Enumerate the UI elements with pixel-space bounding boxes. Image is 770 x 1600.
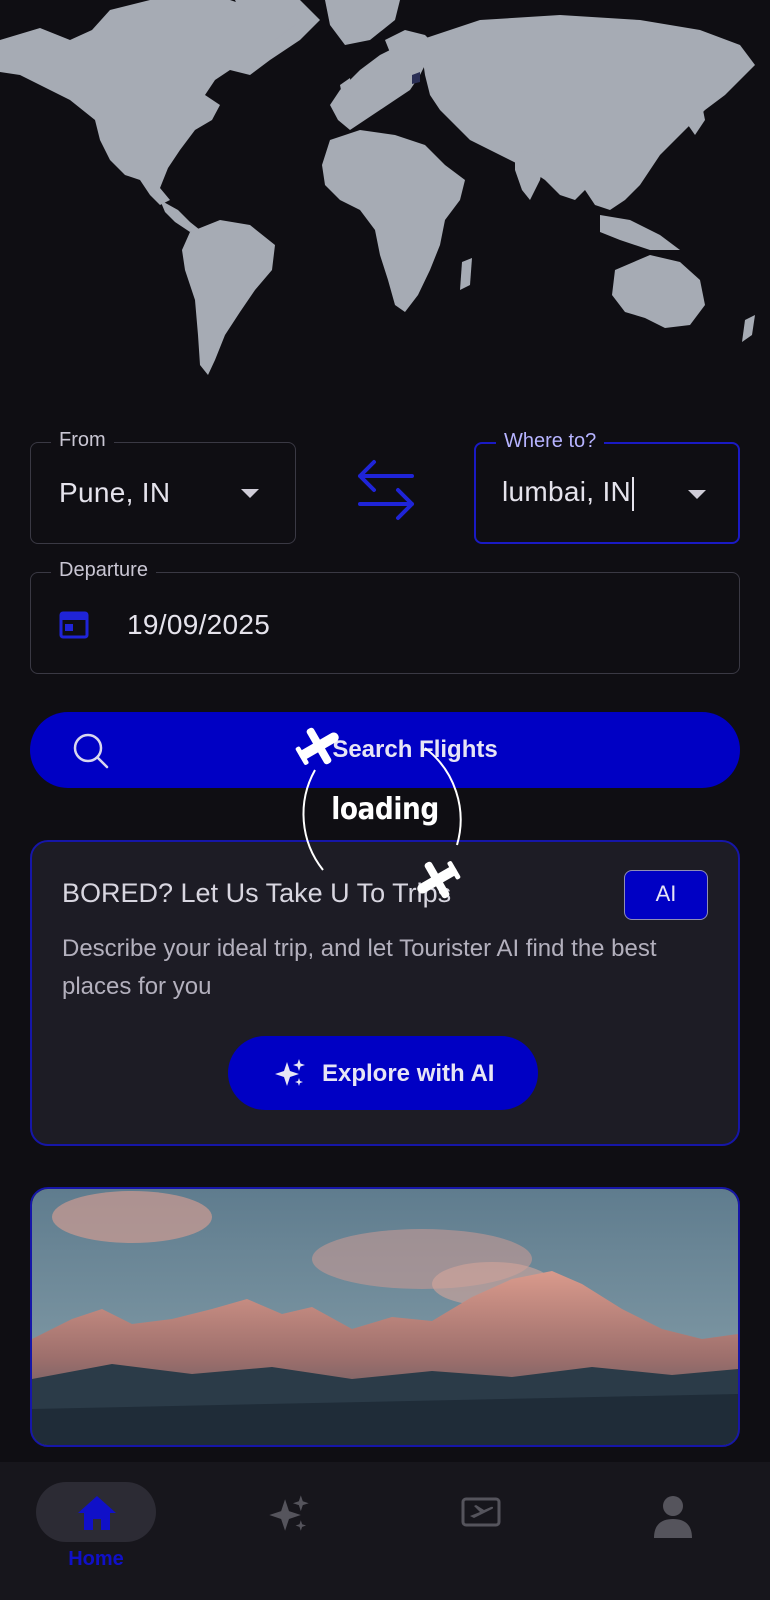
nav-profile[interactable] [612, 1482, 732, 1582]
from-value: Pune, IN [59, 477, 171, 508]
text-cursor [632, 476, 635, 511]
sparkle-icon [268, 1494, 310, 1541]
explore-with-ai-label: Explore with AI [322, 1060, 495, 1087]
calendar-icon[interactable] [59, 609, 89, 644]
from-label: From [51, 429, 114, 452]
explore-with-ai-button[interactable]: Explore with AI [228, 1036, 538, 1110]
ticket-icon [460, 1494, 502, 1535]
ai-card-description: Describe your ideal trip, and let Touris… [62, 935, 657, 1000]
loading-spinner: loading [275, 720, 495, 910]
profile-icon [652, 1494, 694, 1545]
nav-ai[interactable] [228, 1482, 348, 1582]
from-dropdown-arrow-icon[interactable] [241, 489, 259, 498]
departure-label: Departure [51, 559, 156, 582]
departure-value: 19/09/2025 [127, 609, 271, 640]
airplane-icon [295, 727, 339, 765]
nav-bookings[interactable] [420, 1482, 540, 1582]
departure-field[interactable]: Departure 19/09/2025 [30, 559, 740, 674]
destination-label: Where to? [496, 430, 605, 453]
world-map [0, 0, 770, 380]
destination-dropdown-arrow-icon[interactable] [688, 490, 706, 499]
world-map-graphic [0, 0, 755, 375]
ai-badge: AI [624, 870, 708, 920]
airplane-icon [417, 861, 461, 899]
swap-locations-icon[interactable] [356, 458, 416, 522]
from-field[interactable]: From Pune, IN [30, 429, 296, 544]
loading-text: loading [331, 792, 439, 827]
nav-home-label: Home [68, 1548, 124, 1570]
destination-value[interactable]: lumbai, IN [502, 476, 635, 511]
destination-photo[interactable] [30, 1187, 740, 1447]
home-icon [76, 1494, 118, 1537]
bottom-navigation: Home [0, 1462, 770, 1600]
destination-field[interactable]: Where to? lumbai, IN [474, 430, 740, 544]
sparkle-icon [274, 1058, 306, 1095]
nav-home[interactable]: Home [36, 1482, 156, 1582]
